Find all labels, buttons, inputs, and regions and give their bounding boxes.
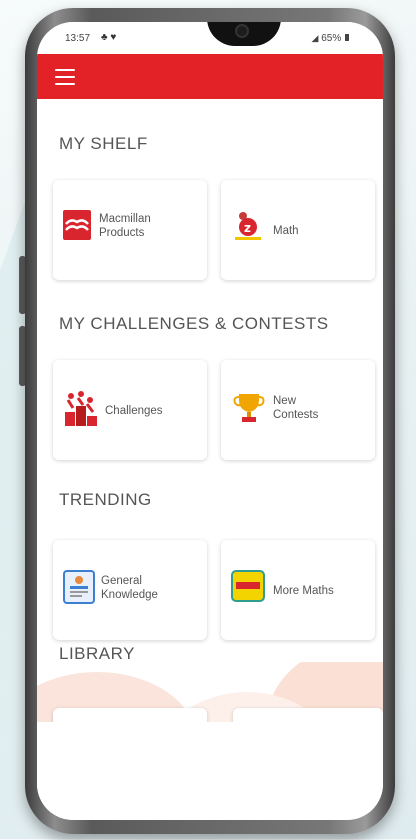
section-title-my-shelf: MY SHELF bbox=[59, 134, 148, 153]
section-title-library: LIBRARY bbox=[59, 644, 135, 663]
shelf-item-label: Math bbox=[273, 225, 299, 237]
podium-icon bbox=[63, 388, 99, 428]
shelf-item-macmillan[interactable]: Macmillan Products bbox=[53, 180, 207, 280]
trending-item-more-maths[interactable]: More Maths bbox=[221, 540, 375, 640]
trending-item-label: General Knowledge bbox=[101, 575, 158, 601]
hamburger-menu-icon[interactable] bbox=[55, 69, 75, 85]
challenges-item-challenges[interactable]: Challenges bbox=[53, 360, 207, 460]
book-cover-icon bbox=[63, 570, 95, 604]
more-maths-cover-icon bbox=[231, 570, 265, 602]
macmillan-logo-icon bbox=[63, 210, 91, 240]
camera-icon bbox=[235, 24, 249, 38]
section-title-trending: TRENDING bbox=[59, 490, 152, 509]
content-bottom-area bbox=[37, 722, 383, 820]
shelf-item-math[interactable]: z Math bbox=[221, 180, 375, 280]
challenges-item-label: New Contests bbox=[273, 395, 319, 421]
shelf-row: Macmillan Products z Math bbox=[37, 180, 383, 280]
status-time: 13:57 bbox=[65, 33, 91, 44]
challenges-row: Challenges New Contests bbox=[37, 360, 383, 460]
section-title-challenges: MY CHALLENGES & CONTESTS bbox=[59, 314, 329, 333]
trending-row: General Knowledge More Maths bbox=[37, 540, 383, 640]
challenges-item-label: Challenges bbox=[105, 405, 163, 417]
math-z-logo-icon: z bbox=[233, 210, 263, 242]
challenges-item-new-contests[interactable]: New Contests bbox=[221, 360, 375, 460]
battery-icon bbox=[345, 34, 349, 41]
trending-item-general-knowledge[interactable]: General Knowledge bbox=[53, 540, 207, 640]
trophy-icon bbox=[233, 390, 265, 424]
svg-text:z: z bbox=[244, 221, 251, 235]
signal-icon: ◢ bbox=[311, 33, 319, 43]
app-bar bbox=[37, 54, 383, 99]
battery-percent: 65% bbox=[321, 33, 342, 44]
status-notification-icons: ♣ ♥ bbox=[101, 32, 117, 43]
phone-screen: 13:57 ♣ ♥ ◢ 65% MY SHELF Macmillan Produ… bbox=[37, 22, 383, 820]
trending-item-label: More Maths bbox=[273, 585, 334, 597]
shelf-item-label: Macmillan Products bbox=[99, 213, 151, 239]
status-battery: ◢ 65% bbox=[311, 33, 349, 44]
